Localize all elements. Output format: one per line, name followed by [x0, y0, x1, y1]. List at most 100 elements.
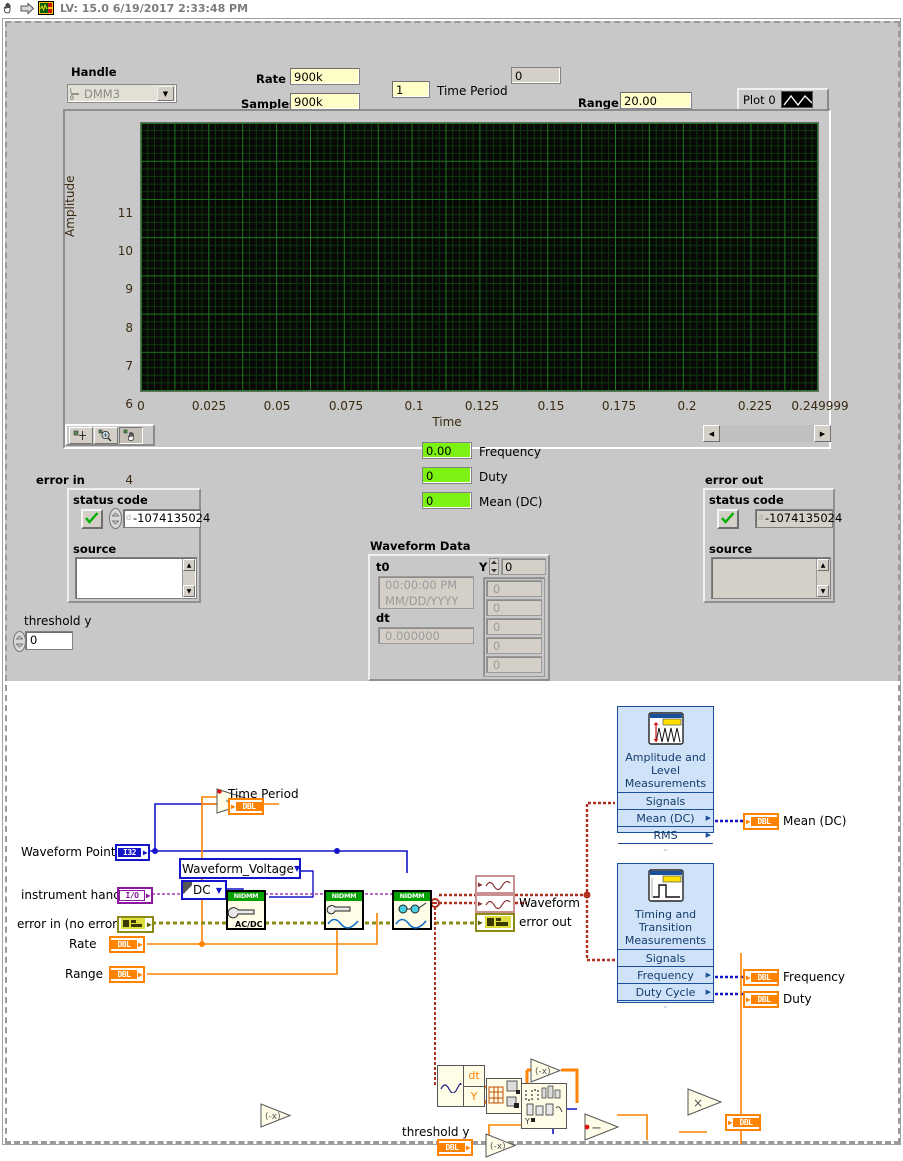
crosshair-icon[interactable] [69, 427, 93, 444]
error-out-title: error out [705, 473, 763, 487]
duty-out-terminal[interactable]: ▶ DBL [743, 991, 779, 1008]
graph-hscrollbar[interactable]: ◀ ▶ [703, 425, 831, 442]
rate-terminal[interactable]: DBL ▶ [109, 936, 145, 953]
increment-decrement-icon[interactable] [109, 508, 122, 528]
scroll-down-icon[interactable]: ▼ [183, 585, 195, 597]
nidmm-read-waveform-subvi[interactable]: NIDMM [392, 890, 432, 930]
y-index-field[interactable]: 0 [501, 558, 546, 575]
error-in-cluster[interactable]: status code d -1074135024 source [67, 488, 201, 603]
row-label: Duty Cycle [636, 986, 696, 999]
terminal-type: I/O [119, 890, 145, 901]
dc-ring[interactable]: DC ▼ [181, 880, 227, 900]
search-waveform-node[interactable]: Y [521, 1083, 567, 1129]
waveform-components-node[interactable]: dt Y [437, 1065, 485, 1107]
waveform-points-terminal[interactable]: I32 ▶ [115, 844, 150, 861]
error-in-source-input[interactable]: ▲ ▼ [75, 557, 197, 599]
express-row-frequency[interactable]: Frequency▶ [618, 966, 713, 983]
reciprocal-node-2[interactable]: (-x) [260, 1103, 292, 1128]
waveform-voltage-ring[interactable]: Waveform_Voltage ▼ [179, 858, 301, 879]
terminal-type: DBL [751, 817, 777, 826]
graph-palette[interactable] [65, 424, 155, 446]
threshold-y-terminal[interactable]: DBL ▶ [437, 1139, 473, 1156]
chevron-double-down-icon[interactable]: ⌄ [618, 843, 713, 853]
chevron-down-icon[interactable]: ▼ [213, 886, 225, 895]
svg-text:(-x): (-x) [535, 1067, 551, 1077]
subtract-node[interactable]: − [584, 1113, 620, 1141]
range-terminal[interactable]: DBL ▶ [109, 966, 145, 983]
express-row-mean-dc[interactable]: Mean (DC)▶ [618, 809, 713, 826]
title-line: Measurements [620, 777, 711, 790]
x-tick: 0.15 [538, 399, 565, 413]
array-index-node[interactable] [486, 1078, 522, 1114]
handle-ring[interactable]: I0 DMM3 ▼ [67, 84, 177, 103]
threshold-y-input[interactable]: 0 [25, 631, 73, 650]
express-row-duty-cycle[interactable]: Duty Cycle▶ [618, 983, 713, 1000]
reciprocal-node-1[interactable]: (-x) [530, 1058, 562, 1083]
error-in-code-input[interactable]: d -1074135024 [123, 509, 201, 528]
left-arrow-icon[interactable]: ◀ [703, 425, 720, 442]
scroll-up-icon[interactable]: ▲ [183, 559, 195, 571]
terminal-arrow-icon: ▶ [465, 1143, 471, 1152]
source-scrollbar[interactable]: ▲ ▼ [816, 559, 829, 597]
range-input[interactable]: 20.00 [620, 92, 692, 109]
x-tick: 0.125 [465, 399, 499, 413]
zoom-magnifier-icon[interactable] [94, 427, 118, 444]
waveform-out-terminal[interactable]: ▶ [475, 894, 515, 913]
terminal-type: DBL [111, 940, 137, 949]
handle-value: DMM3 [83, 87, 157, 101]
increment-decrement-icon[interactable] [489, 558, 499, 575]
io-ratio-icon: I0 [68, 85, 83, 102]
samples-input[interactable]: 900k [290, 93, 360, 110]
express-row-rms[interactable]: RMS▶ [618, 826, 713, 843]
timing-and-transition-measurements-node[interactable]: Timing and Transition Measurements Signa… [617, 863, 714, 1003]
nidmm-configure-waveform-subvi[interactable]: NIDMM [324, 890, 364, 930]
instrument-handle-terminal[interactable]: I/O ▶ [117, 887, 153, 904]
rate-input[interactable]: 900k [290, 68, 360, 85]
nidmm-configure-acdc-subvi[interactable]: NIDMM AC/DC [226, 890, 266, 930]
time-period-out-terminal[interactable]: ▶ DBL [228, 798, 264, 815]
express-node-title: Amplitude and Level Measurements [618, 751, 713, 792]
front-panel: Handle I0 DMM3 ▼ Rate 900k Samples 900k … [5, 21, 900, 681]
terminal-type: DBL [751, 973, 777, 982]
error-out-source-field: ▲ ▼ [711, 557, 831, 599]
waveform-line-icon[interactable] [781, 91, 813, 108]
source-scrollbar[interactable]: ▲ ▼ [182, 559, 195, 597]
y-array-item: 0 [486, 580, 542, 597]
green-check-icon [721, 512, 735, 527]
subvi-header: NIDMM [394, 892, 430, 901]
duty-out-label: Duty [783, 992, 812, 1006]
waveform-out-terminal-top[interactable]: ▶ [475, 875, 515, 894]
plot-legend[interactable]: Plot 0 [737, 88, 829, 111]
result-dbl-terminal[interactable]: ▶ DBL [725, 1114, 761, 1131]
row-label: Signals [646, 952, 686, 965]
rate-label: Rate [256, 72, 286, 86]
reciprocal-node-3[interactable]: (-x) [485, 1133, 517, 1158]
error-out-terminal[interactable]: ▶ [475, 913, 515, 932]
right-arrow-icon[interactable]: ▶ [814, 425, 831, 442]
amplitude-and-level-measurements-node[interactable]: Amplitude and Level Measurements Signals… [617, 706, 714, 833]
scroll-down-icon[interactable]: ▼ [817, 585, 829, 597]
frequency-out-terminal[interactable]: ▶ DBL [743, 969, 779, 986]
terminal-type: DBL [439, 1143, 465, 1152]
arrow-right-icon [20, 2, 34, 15]
chevron-down-icon[interactable]: ▼ [157, 86, 174, 101]
waveform-graph[interactable]: Amplitude 11 10 9 8 7 6 5 4 [63, 109, 831, 449]
y-array-item: 0 [486, 637, 542, 654]
express-row-signals[interactable]: Signals [618, 949, 713, 966]
y-array-item: 0 [486, 656, 542, 673]
chevron-down-icon[interactable]: ▼ [294, 864, 300, 873]
multiply-node[interactable]: × [687, 1088, 723, 1116]
error-in-status-button[interactable] [81, 509, 103, 529]
subvi-header: NIDMM [228, 892, 264, 901]
waveform-points-label: Waveform Points [21, 845, 122, 859]
error-in-code-value: -1074135024 [133, 511, 210, 525]
waveform-glyph-icon [438, 1066, 464, 1106]
chevron-double-down-icon[interactable]: ⌄ [618, 1000, 713, 1010]
scroll-up-icon[interactable]: ▲ [817, 559, 829, 571]
mean-dc-out-terminal[interactable]: ▶ DBL [743, 813, 779, 830]
express-row-signals[interactable]: Signals [618, 792, 713, 809]
error-in-terminal[interactable]: ▶ [117, 916, 154, 933]
plot-area[interactable] [140, 122, 819, 392]
pan-hand-icon[interactable] [119, 427, 143, 444]
dt-field: 0.000000 [378, 627, 474, 644]
